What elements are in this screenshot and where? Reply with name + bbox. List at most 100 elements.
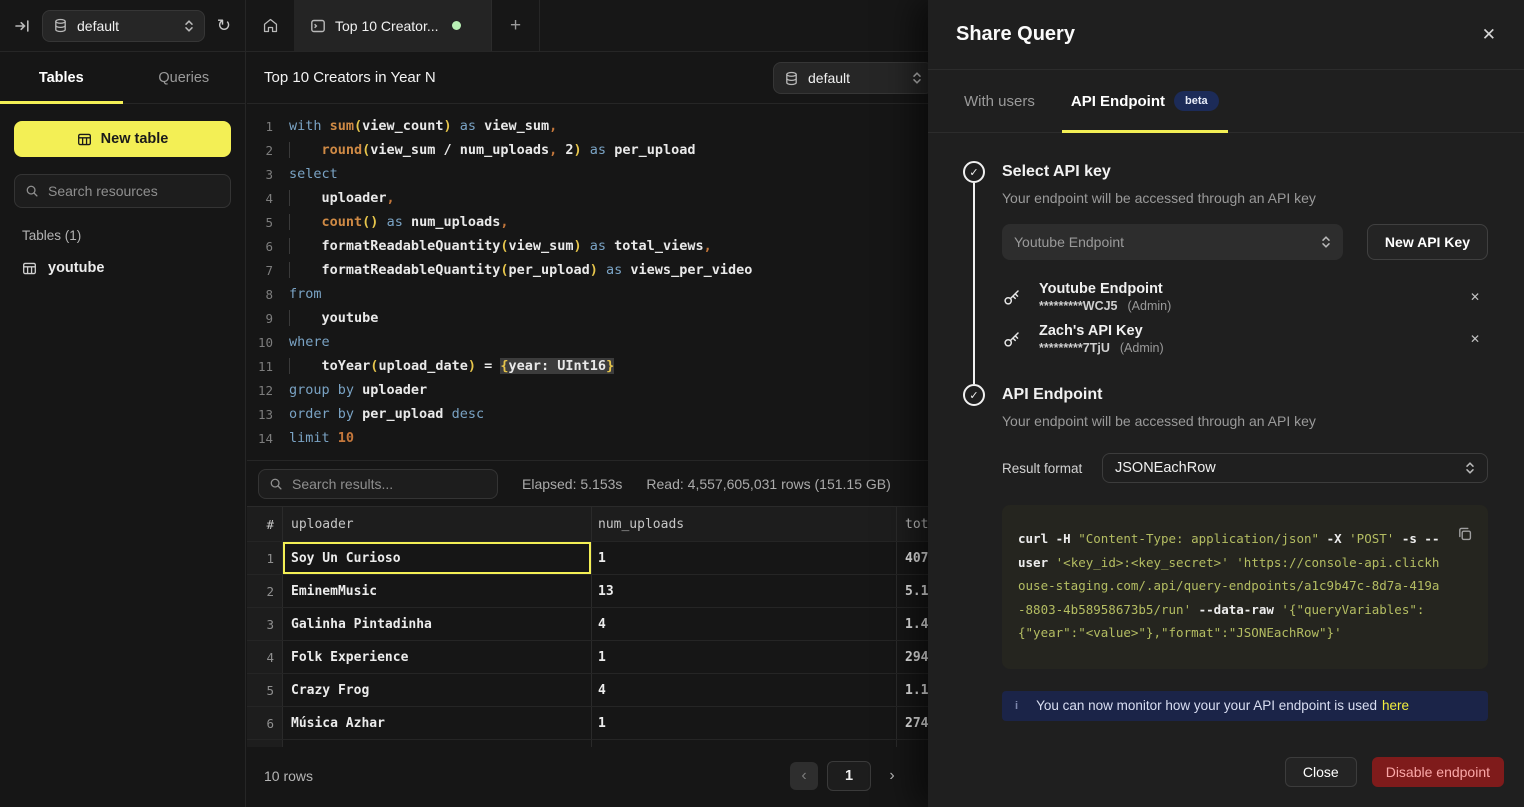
database-selector-value: default [77, 18, 119, 34]
cell-num-uploads[interactable]: 1 [592, 707, 897, 739]
column-header-num[interactable]: # [247, 507, 283, 541]
curl-token: '<key_id>:<key_secret>' [1056, 555, 1229, 570]
selected-cell[interactable]: Soy Un Curioso [283, 542, 592, 574]
cell-uploader[interactable]: Galinha Pintadinha [283, 608, 592, 640]
rows-read: Read: 4,557,605,031 rows (151.15 GB) [646, 476, 890, 492]
code-token: where [289, 334, 330, 350]
editor-database-selector[interactable]: default [773, 62, 933, 94]
new-tab-button[interactable]: + [492, 0, 540, 51]
code-text: group by uploader [289, 382, 427, 398]
remove-key-icon[interactable]: ✕ [1470, 332, 1480, 346]
cell-num-uploads[interactable]: 4 [592, 608, 897, 640]
code-token: as [606, 262, 622, 278]
cell-uploader[interactable]: Crazy Frog [283, 674, 592, 706]
collapse-sidebar-icon[interactable] [14, 18, 30, 34]
api-key-role: (Admin) [1120, 341, 1164, 355]
code-token: ( [354, 118, 362, 134]
api-key-details: *********WCJ5 (Admin) [1039, 299, 1171, 313]
api-key-select-value: Youtube Endpoint [1014, 234, 1124, 250]
code-token: as [590, 238, 606, 254]
code-token: uploader [354, 382, 427, 398]
api-key-select[interactable]: Youtube Endpoint [1002, 224, 1343, 260]
row-number[interactable]: 4 [247, 641, 283, 673]
status-dot [452, 21, 461, 30]
tab-api-endpoint[interactable]: API Endpoint beta [1071, 70, 1219, 132]
code-token: sum [330, 118, 354, 134]
database-selector[interactable]: default [42, 10, 205, 42]
table-icon [22, 261, 37, 276]
previous-page-button[interactable]: ‹ [790, 762, 818, 790]
result-format-label: Result format [1002, 461, 1090, 476]
line-number: 11 [247, 359, 273, 374]
database-icon [53, 18, 68, 33]
refresh-icon[interactable]: ↻ [217, 16, 231, 36]
banner-here-link[interactable]: here [1382, 698, 1409, 713]
step-select-api-key: ✓ Select API key Your endpoint will be a… [955, 161, 1488, 384]
close-button[interactable]: Close [1285, 757, 1357, 787]
share-panel-footer: Close Disable endpoint [928, 757, 1524, 807]
code-token: ) [468, 358, 476, 374]
share-query-panel: Share Query ✕ With users API Endpoint be… [928, 0, 1524, 807]
row-number[interactable]: 2 [247, 575, 283, 607]
code-token: count [322, 214, 363, 230]
stepper-rail: ✓ [955, 384, 993, 745]
current-page[interactable]: 1 [827, 761, 871, 791]
cell-num-uploads[interactable]: 1 [592, 641, 897, 673]
tab-with-users[interactable]: With users [964, 70, 1035, 132]
api-key-list: Youtube Endpoint *********WCJ5 (Admin) ✕ [1002, 276, 1488, 360]
resource-search-input[interactable] [48, 183, 220, 199]
home-icon[interactable] [246, 0, 294, 51]
copy-icon[interactable] [1457, 526, 1473, 542]
code-token: views_per_video [622, 262, 752, 278]
result-format-select[interactable]: JSONEachRow [1102, 453, 1488, 483]
tab-queries[interactable]: Queries [123, 52, 246, 103]
cell-uploader[interactable]: EminemMusic [283, 575, 592, 607]
code-token: youtube [322, 310, 379, 326]
cell-uploader[interactable]: Música Azhar [283, 707, 592, 739]
code-token [289, 214, 322, 230]
line-number: 7 [247, 263, 273, 278]
table-item-label: youtube [48, 260, 104, 276]
new-table-button[interactable]: New table [14, 121, 231, 157]
code-token: formatReadableQuantity [322, 238, 501, 254]
query-tab[interactable]: Top 10 Creator... [294, 0, 492, 51]
new-api-key-button[interactable]: New API Key [1367, 224, 1488, 260]
check-icon: ✓ [963, 161, 985, 183]
cell-num-uploads[interactable]: 13 [592, 575, 897, 607]
code-text: formatReadableQuantity(per_upload) as vi… [289, 262, 752, 278]
results-search [258, 469, 498, 499]
share-panel-title: Share Query [956, 23, 1075, 46]
monitor-info-banner: i You can now monitor how your your API … [1002, 691, 1488, 721]
row-number[interactable]: 6 [247, 707, 283, 739]
chevron-updown-icon [912, 71, 922, 85]
share-panel-header: Share Query ✕ [928, 0, 1524, 70]
column-header-num-uploads[interactable]: num_uploads [592, 507, 897, 541]
info-icon: i [1015, 700, 1018, 712]
tab-tables[interactable]: Tables [0, 52, 123, 103]
row-number[interactable]: 5 [247, 674, 283, 706]
step-subtitle: Your endpoint will be accessed through a… [1002, 413, 1488, 429]
cell-num-uploads[interactable]: 4 [592, 674, 897, 706]
disable-endpoint-button[interactable]: Disable endpoint [1372, 757, 1504, 787]
code-token: limit [289, 430, 338, 446]
close-icon[interactable]: ✕ [1482, 25, 1496, 45]
sidebar-item-youtube[interactable]: youtube [14, 255, 231, 281]
cell-num-uploads[interactable]: 1 [592, 542, 897, 574]
row-number[interactable]: 3 [247, 608, 283, 640]
check-icon: ✓ [963, 384, 985, 406]
row-number[interactable]: 1 [247, 542, 283, 574]
code-token: total_views [606, 238, 704, 254]
cell-uploader[interactable]: Folk Experience [283, 641, 592, 673]
results-search-input[interactable] [292, 476, 487, 492]
column-header-uploader[interactable]: uploader [283, 507, 592, 541]
chevron-updown-icon [1465, 461, 1475, 475]
code-text: uploader, [289, 190, 395, 206]
line-number: 14 [247, 431, 273, 446]
api-key-item: Youtube Endpoint *********WCJ5 (Admin) ✕ [1002, 276, 1488, 318]
pagination: ‹ 1 › [790, 761, 904, 791]
code-text: limit 10 [289, 430, 354, 446]
next-page-button[interactable]: › [880, 762, 904, 790]
code-token: year: UInt16 [509, 358, 607, 374]
code-token: ) [574, 142, 582, 158]
remove-key-icon[interactable]: ✕ [1470, 290, 1480, 304]
